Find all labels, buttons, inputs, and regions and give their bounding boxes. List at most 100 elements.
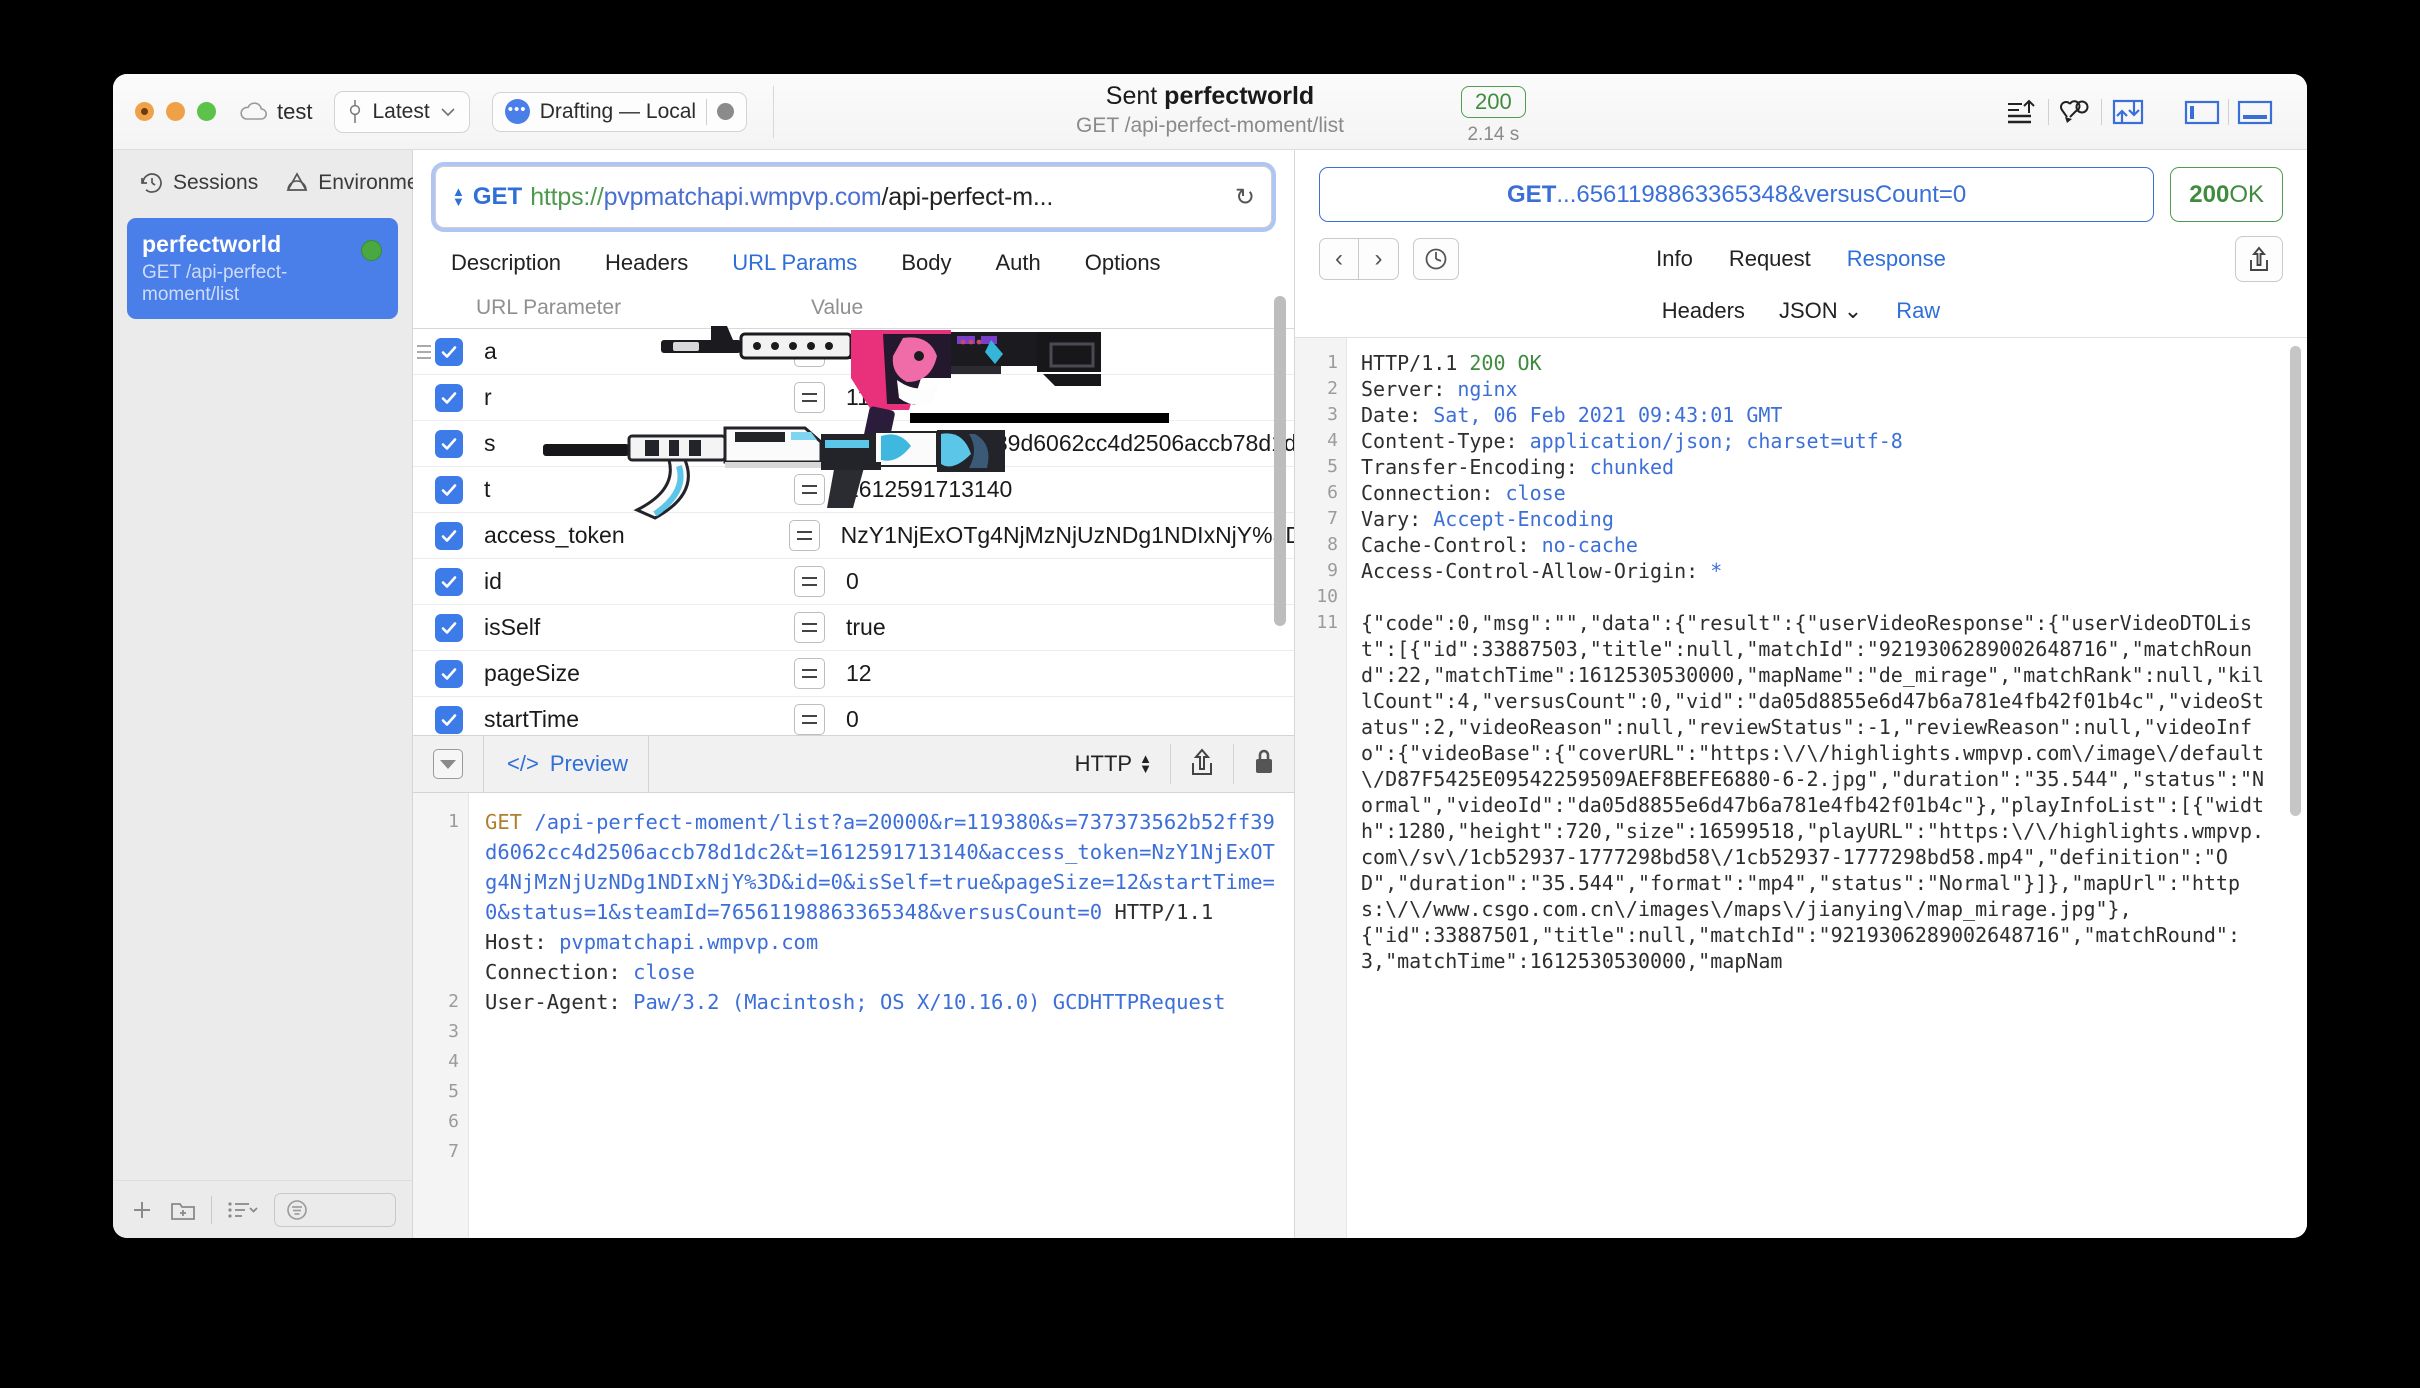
clock-icon[interactable] xyxy=(1413,238,1459,280)
reload-icon[interactable]: ↻ xyxy=(1235,183,1255,212)
environment-selector[interactable]: Latest xyxy=(334,90,470,133)
sort-ascending-icon[interactable] xyxy=(1996,89,2048,135)
operator-equals-icon[interactable] xyxy=(794,612,825,643)
record-dot-icon[interactable] xyxy=(717,103,735,120)
minimize-button[interactable] xyxy=(166,102,185,121)
param-value[interactable]: 1612591713140 xyxy=(846,476,1012,503)
operator-equals-icon[interactable] xyxy=(777,428,808,459)
operator-equals-icon[interactable] xyxy=(788,520,820,551)
param-value[interactable]: 12 xyxy=(846,660,872,687)
history-clock-icon xyxy=(141,173,162,193)
zoom-button[interactable] xyxy=(197,102,216,121)
header-value: 200 OK xyxy=(1469,351,1542,375)
url-row: ▲ ▼ GET https://pvpmatchapi.wmpvp.com/api… xyxy=(413,150,1294,228)
table-row[interactable]: access_token NzY1NjExOTg4NjMzNjUzNDg1NDIx… xyxy=(413,513,1294,559)
response-body[interactable]: 1 2 3 4 5 6 7 8 9 10 11 HTTP/1.1 200 OK Server: ng… xyxy=(1295,338,2307,1238)
param-name: t xyxy=(484,476,491,502)
response-subtabs: Headers JSON ⌄ Raw xyxy=(1295,282,2307,338)
tab-auth[interactable]: Auth xyxy=(973,250,1062,276)
table-row[interactable]: t 1612591713140 xyxy=(413,467,1294,513)
operator-equals-icon[interactable] xyxy=(794,474,825,505)
param-name: id xyxy=(484,568,502,594)
tab-info[interactable]: Info xyxy=(1656,246,1693,272)
chevron-right-icon[interactable]: › xyxy=(1359,238,1399,280)
row-checkbox[interactable] xyxy=(435,567,463,596)
response-share-icon[interactable] xyxy=(2235,236,2283,282)
tab-options[interactable]: Options xyxy=(1063,250,1183,276)
row-checkbox[interactable] xyxy=(435,705,463,734)
row-checkbox[interactable] xyxy=(435,521,463,550)
preview-divider-1 xyxy=(483,735,484,793)
header-value: no-cache xyxy=(1541,533,1638,557)
tab-url-params[interactable]: URL Params xyxy=(710,250,879,276)
row-drag-handle[interactable] xyxy=(417,329,433,375)
operator-equals-icon[interactable] xyxy=(794,704,825,735)
table-row[interactable]: id 0 xyxy=(413,345,1294,605)
table-row[interactable]: pageSize 12 xyxy=(413,651,1294,697)
tab-description[interactable]: Description xyxy=(445,250,583,276)
header-value: chunked xyxy=(1589,455,1675,479)
row-checkbox[interactable] xyxy=(435,337,463,366)
line-number: 8 xyxy=(1327,534,1338,555)
param-value[interactable]: true xyxy=(846,614,886,641)
operator-equals-icon[interactable] xyxy=(794,382,825,413)
response-nav-row: ‹ › Info Request Response xyxy=(1295,222,2307,282)
row-checkbox[interactable] xyxy=(435,429,463,458)
param-value[interactable]: 0 xyxy=(846,706,859,733)
lock-icon[interactable] xyxy=(1252,747,1276,782)
row-checkbox[interactable] xyxy=(435,383,463,412)
environment-icon xyxy=(350,99,361,123)
row-checkbox[interactable] xyxy=(435,613,463,642)
table-row[interactable]: a 20000 xyxy=(413,329,1294,375)
new-folder-icon[interactable] xyxy=(169,1197,197,1223)
row-checkbox[interactable] xyxy=(435,659,463,688)
header-key: Date: xyxy=(1361,403,1434,427)
add-request-icon[interactable] xyxy=(129,1197,155,1223)
sidebar-item-sessions-label: Sessions xyxy=(173,171,259,194)
row-checkbox[interactable] xyxy=(435,475,463,504)
request-code-preview[interactable]: 1 2 3 4 5 6 7 GET /api-perfect-moment/list?a=2… xyxy=(413,793,1294,1238)
param-value[interactable]: 119380 xyxy=(846,384,921,411)
toggle-sidebar-icon[interactable] xyxy=(2176,89,2228,135)
response-url-chip[interactable]: GET ...6561198863365348&versusCount=0 xyxy=(1319,167,2155,222)
close-button[interactable] xyxy=(135,102,154,121)
share-icon[interactable] xyxy=(1189,747,1215,782)
operator-equals-icon[interactable] xyxy=(794,658,825,689)
tab-response[interactable]: Response xyxy=(1847,246,1946,272)
table-row[interactable]: s 737373562b52ff39d6062cc4d2506accb78d1dc… xyxy=(413,421,1294,467)
param-value[interactable]: 737373562b52ff39d6062cc4d2506accb78d1dc2 xyxy=(829,430,1294,457)
method-label: GET xyxy=(472,183,523,210)
operator-equals-icon[interactable] xyxy=(794,336,825,367)
preview-button[interactable]: </> Preview xyxy=(507,751,628,777)
method-stepper-icon[interactable]: ▲ ▼ xyxy=(452,185,465,208)
sort-list-icon[interactable] xyxy=(226,1197,260,1223)
code-generator-icon[interactable] xyxy=(2049,89,2101,135)
session-list-item[interactable]: perfectworld GET /api-perfect-moment/lis… xyxy=(127,218,398,319)
param-value[interactable]: 20000 xyxy=(846,338,910,365)
table-row[interactable]: startTime 0 xyxy=(413,697,1294,735)
disclosure-triangle-icon[interactable] xyxy=(433,749,463,779)
table-scrollbar[interactable] xyxy=(1274,296,1286,626)
preview-label: Preview xyxy=(549,751,629,776)
operator-equals-icon[interactable] xyxy=(794,566,825,597)
param-value[interactable]: NzY1NjExOTg4NjMzNjUzNDg1NDIxNjY%3D xyxy=(841,522,1294,549)
request-status-block: 200 2.14 s xyxy=(1461,86,1526,146)
table-row[interactable]: isSelf true xyxy=(413,605,1294,651)
filter-input[interactable] xyxy=(274,1192,396,1227)
tab-headers[interactable]: Headers xyxy=(583,250,710,276)
tab-request[interactable]: Request xyxy=(1729,246,1811,272)
format-selector[interactable]: HTTP ▲ ▼ xyxy=(1075,751,1152,777)
drafting-status-pill[interactable]: ••• Drafting — Local xyxy=(491,91,748,132)
chevron-left-icon[interactable]: ‹ xyxy=(1319,238,1359,280)
url-input[interactable]: ▲ ▼ GET https://pvpmatchapi.wmpvp.com/api… xyxy=(435,166,1272,228)
toggle-bottom-panel-icon[interactable] xyxy=(2229,89,2281,135)
subtab-headers[interactable]: Headers xyxy=(1662,298,1745,324)
sidebar-item-sessions[interactable]: Sessions xyxy=(139,170,258,196)
cloud-project-item[interactable]: test xyxy=(238,99,312,125)
subtab-raw[interactable]: Raw xyxy=(1896,298,1940,324)
param-value[interactable]: 0 xyxy=(846,568,859,595)
import-icon[interactable] xyxy=(2102,89,2154,135)
subtab-json[interactable]: JSON ⌄ xyxy=(1779,298,1862,324)
tab-body[interactable]: Body xyxy=(879,250,973,276)
response-scrollbar[interactable] xyxy=(2290,346,2301,816)
